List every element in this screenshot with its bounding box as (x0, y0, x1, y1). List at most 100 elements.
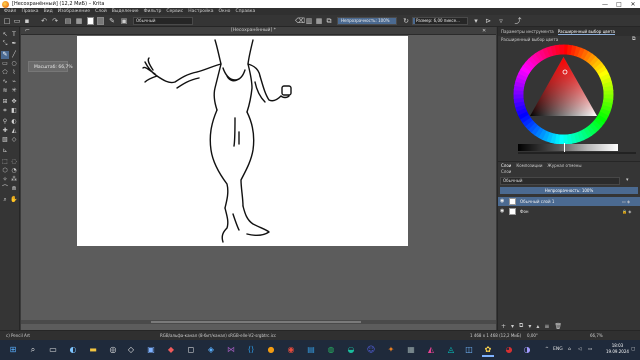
gradient-marker[interactable] (564, 143, 565, 152)
menu-view[interactable]: Вид (44, 9, 53, 14)
zoom-status[interactable]: 66,7% (590, 333, 603, 338)
app-icon-blue[interactable]: ▣ (146, 345, 156, 355)
transform-tool-icon[interactable]: ⊞ (1, 98, 9, 106)
ellipse-select-icon[interactable]: ◌ (10, 158, 18, 166)
preserve-alpha-icon[interactable]: ▥ (305, 17, 313, 25)
brush-preset-icon[interactable]: ✎ (108, 17, 116, 25)
maximize-button[interactable]: □ (612, 1, 626, 8)
app-icon-violet[interactable]: ◑ (522, 345, 532, 355)
brush-size-slider[interactable]: Размер: 6,00 пиксе... (412, 17, 468, 25)
move-layer-up-icon[interactable]: ▴ (536, 323, 539, 330)
contiguous-select-icon[interactable]: ✧ (1, 176, 9, 184)
dynamic-brush-icon[interactable]: ≋ (1, 87, 9, 95)
app-icon-gray[interactable]: ▦ (406, 345, 416, 355)
minimize-button[interactable]: — (598, 1, 612, 8)
file-explorer-icon[interactable]: ▬ (88, 345, 98, 355)
chevron-down-icon[interactable]: ▾ (472, 17, 480, 25)
canvas-menu-icon[interactable]: ⌐ (25, 27, 30, 34)
layer-name[interactable]: Фон (520, 207, 529, 216)
rect-select-icon[interactable]: ⬚ (1, 158, 9, 166)
app-icon-game[interactable]: ◉ (286, 345, 296, 355)
edit-shapes-icon[interactable]: ⤡ (1, 40, 9, 48)
blend-mode-select[interactable]: Обычный (133, 17, 193, 25)
menu-edit[interactable]: Правка (21, 9, 38, 14)
app-icon-photo[interactable]: ▤ (306, 345, 316, 355)
volume-icon[interactable]: ◁ (578, 347, 581, 352)
chevron-down-icon[interactable]: ▾ (511, 323, 514, 330)
foreground-color-swatch[interactable] (87, 17, 94, 25)
similar-select-icon[interactable]: ⁂ (10, 176, 18, 184)
freehand-path-icon[interactable]: ⌁ (10, 78, 18, 86)
close-tab-icon[interactable]: ✕ (482, 28, 486, 34)
duplicate-layer-icon[interactable]: ⧉ (519, 322, 523, 330)
layer-properties-icon[interactable]: ≡ (544, 323, 549, 330)
tab-compositions[interactable]: Композиции (516, 163, 542, 168)
menu-help[interactable]: Справка (235, 9, 255, 14)
menu-select[interactable]: Выделение (112, 9, 139, 14)
opacity-slider[interactable]: Непрозрачность: 100% (337, 17, 397, 25)
network-icon[interactable]: ⌂ (568, 347, 571, 352)
wrap-mode-icon[interactable]: ⤴ (514, 17, 522, 25)
hue-ring[interactable] (513, 44, 614, 145)
layer-name[interactable]: Обычный слой 1 (520, 197, 554, 206)
layer-lock-icon[interactable]: ▭ ◈ (622, 197, 630, 206)
layer-blend-mode-select[interactable]: Обычный (500, 177, 620, 185)
polyline-tool-icon[interactable]: ⌇ (10, 69, 18, 77)
visibility-eye-icon[interactable]: ◉ (500, 197, 504, 206)
canvas-area[interactable]: ⌐ [Несохранённый] * ✕ Масштаб: 66,7% (21, 27, 496, 330)
color-wheel[interactable] (513, 44, 614, 145)
discord-icon[interactable]: ☺ (366, 345, 376, 355)
open-document-icon[interactable]: ▭ (13, 17, 21, 25)
notifications-icon[interactable]: ▢ (631, 347, 635, 352)
taskbar-clock[interactable]: 18:03 19.09.2024 (606, 343, 629, 355)
windows-start-icon[interactable]: ⊞ (8, 345, 18, 355)
assistant-tool-icon[interactable]: ◇ (10, 136, 18, 144)
mirror-icon[interactable]: ⧉ (325, 17, 333, 25)
tab-tool-options[interactable]: Параметры инструмента (501, 29, 554, 34)
menu-tools[interactable]: Сервис (166, 9, 183, 14)
bezier-tool-icon[interactable]: ∿ (1, 78, 9, 86)
vscode-icon[interactable]: ⟨⟩ (246, 345, 256, 355)
smart-patch-icon[interactable]: ✚ (1, 127, 9, 135)
fill-tool-icon[interactable]: ◭ (10, 127, 18, 135)
add-layer-icon[interactable]: + (501, 323, 506, 330)
menu-settings[interactable]: Настройка (188, 9, 213, 14)
menu-layer[interactable]: Слой (95, 9, 107, 14)
edge-icon[interactable]: ◐ (68, 345, 78, 355)
freehand-select-icon[interactable]: ◔ (10, 167, 18, 175)
app-icon-teal[interactable]: ◒ (346, 345, 356, 355)
enclose-fill-icon[interactable]: ▧ (1, 136, 9, 144)
new-document-icon[interactable]: □ (3, 17, 11, 25)
krita-taskbar-icon[interactable]: ✿ (483, 345, 493, 355)
color-picker-icon[interactable]: ⚲ (1, 118, 9, 126)
input-language[interactable]: ENG (553, 347, 563, 352)
rotate-icon[interactable]: ↻ (402, 17, 410, 25)
hue-segment[interactable] (559, 44, 565, 55)
app-icon-cyan[interactable]: ◈ (206, 345, 216, 355)
horizontal-scrollbar-thumb[interactable] (151, 321, 361, 323)
color-history-bar[interactable] (518, 152, 636, 154)
flip-vertical-icon[interactable]: ▿ (497, 17, 505, 25)
pattern-icon[interactable]: ▦ (75, 17, 83, 25)
zoom-tool-icon[interactable]: ⌕ (1, 196, 9, 204)
visual-studio-icon[interactable]: ⋈ (226, 345, 236, 355)
measure-tool-icon[interactable]: ⊾ (1, 147, 9, 155)
select-shapes-icon[interactable]: ↖ (1, 31, 9, 39)
battery-icon[interactable]: ▭ (588, 347, 592, 352)
move-layer-down-icon[interactable]: ▾ (528, 323, 531, 330)
drawing-canvas[interactable] (77, 36, 408, 246)
app-icon-sky[interactable]: ◫ (464, 345, 474, 355)
background-color-swatch[interactable] (97, 17, 104, 25)
tab-undo-history[interactable]: Журнал отмены (547, 163, 581, 168)
menu-window[interactable]: Окно (218, 9, 230, 14)
flip-horizontal-icon[interactable]: ⊳ (484, 17, 492, 25)
polygon-tool-icon[interactable]: ⬠ (1, 69, 9, 77)
calligraphy-icon[interactable]: ✒ (10, 40, 18, 48)
value-gradient-bar[interactable] (518, 144, 618, 151)
rectangle-tool-icon[interactable]: ▭ (1, 60, 9, 68)
docker-float-icon[interactable]: ⧉ (632, 36, 636, 42)
save-icon[interactable]: ▪ (23, 17, 31, 25)
layer-opacity-slider[interactable]: Непрозрачность: 100% (500, 187, 638, 194)
tab-layers[interactable]: Слои (501, 163, 511, 168)
gradient-icon[interactable]: ▤ (64, 17, 72, 25)
